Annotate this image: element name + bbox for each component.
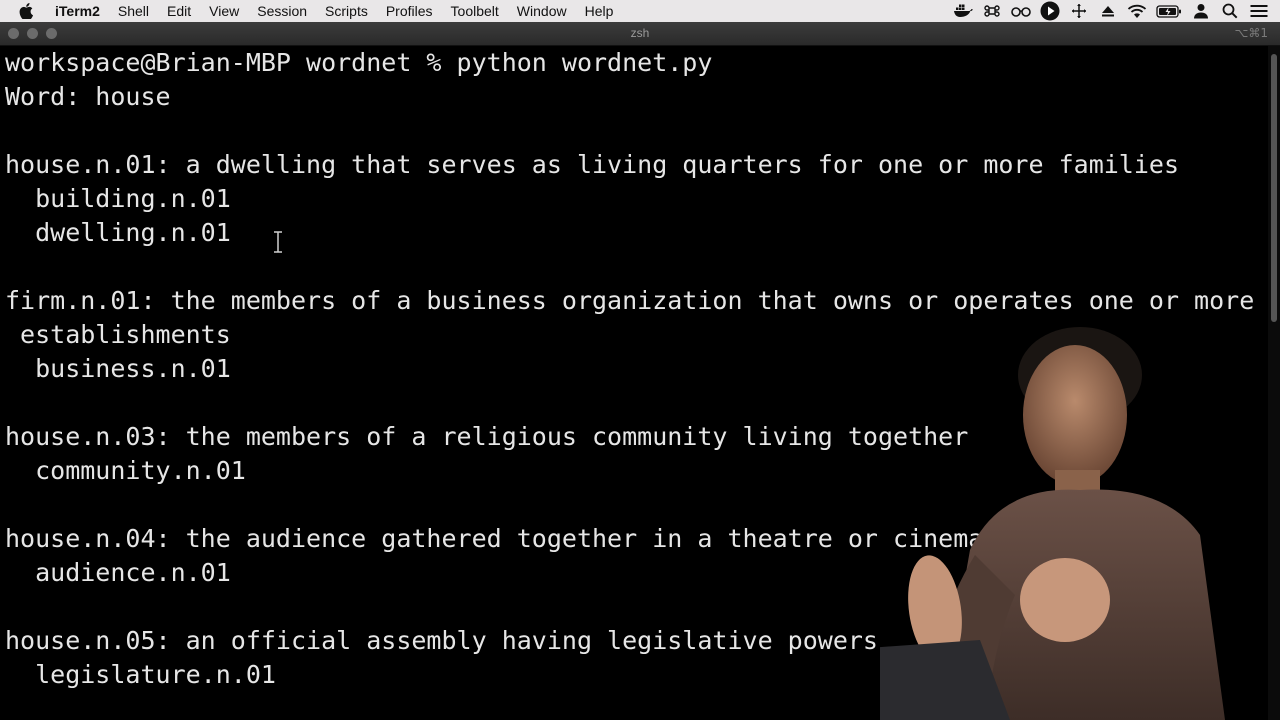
terminal-line: Word: house	[5, 82, 171, 111]
menu-app-name[interactable]: iTerm2	[46, 0, 109, 22]
terminal-line: dwelling.n.01	[5, 218, 231, 247]
control-center-icon[interactable]	[1248, 0, 1270, 22]
search-icon[interactable]	[1219, 0, 1241, 22]
menu-profiles[interactable]: Profiles	[377, 0, 442, 22]
user-icon[interactable]	[1190, 0, 1212, 22]
menu-view[interactable]: View	[200, 0, 248, 22]
menu-session[interactable]: Session	[248, 0, 316, 22]
terminal-line: house.n.01: a dwelling that serves as li…	[5, 150, 1179, 179]
scrollbar-thumb[interactable]	[1271, 54, 1277, 322]
battery-icon[interactable]	[1155, 0, 1183, 22]
docker-icon[interactable]	[952, 0, 974, 22]
window-title: zsh	[630, 26, 650, 40]
menu-window[interactable]: Window	[508, 0, 576, 22]
command-key-icon[interactable]	[981, 0, 1003, 22]
terminal-line: workspace@Brian-MBP wordnet % python wor…	[5, 48, 713, 77]
play-circle-icon[interactable]	[1039, 0, 1061, 22]
menu-toolbelt[interactable]: Toolbelt	[442, 0, 508, 22]
terminal-line: building.n.01	[5, 184, 231, 213]
apple-logo-icon[interactable]	[16, 0, 36, 22]
eject-icon[interactable]	[1097, 0, 1119, 22]
status-area	[945, 0, 1270, 22]
menu-scripts[interactable]: Scripts	[316, 0, 377, 22]
menu-shell[interactable]: Shell	[109, 0, 158, 22]
text-cursor-icon	[274, 231, 282, 253]
menu-edit[interactable]: Edit	[158, 0, 200, 22]
terminal-scrollbar[interactable]	[1268, 46, 1280, 720]
menu-help[interactable]: Help	[576, 0, 623, 22]
menu-bar: iTerm2 Shell Edit View Session Scripts P…	[0, 0, 1280, 22]
move-icon[interactable]	[1068, 0, 1090, 22]
glasses-icon[interactable]	[1010, 0, 1032, 22]
presenter-overlay	[880, 327, 1225, 720]
terminal-line: firm.n.01: the members of a business org…	[5, 286, 1255, 315]
wifi-icon[interactable]	[1126, 0, 1148, 22]
window-titlebar[interactable]: zsh ⌥⌘1	[0, 22, 1280, 46]
window-shortcut: ⌥⌘1	[1234, 26, 1268, 40]
